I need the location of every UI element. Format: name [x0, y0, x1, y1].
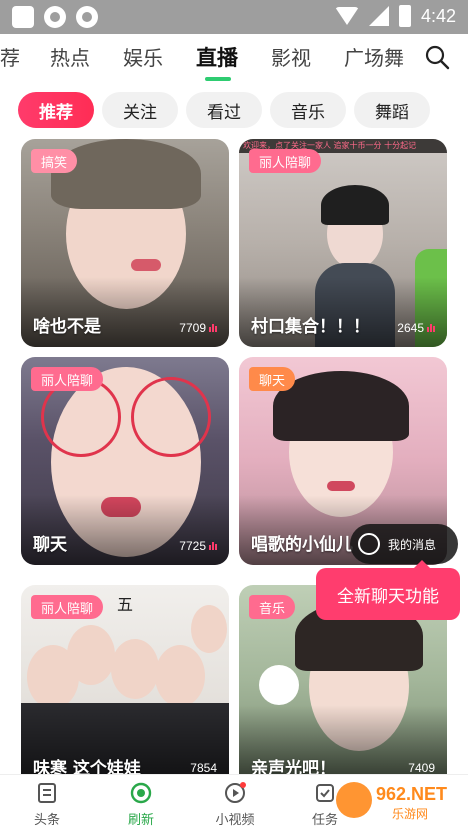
tab-hot[interactable]: 热点 — [50, 42, 90, 71]
status-bar: 4:42 — [0, 0, 468, 34]
chip-recommended[interactable]: 推荐 — [18, 92, 94, 128]
nav-headlines-label: 头条 — [33, 813, 60, 828]
person-portrait — [111, 639, 159, 699]
live-bars-icon — [209, 324, 217, 332]
notification-square-icon — [12, 6, 34, 28]
live-bars-icon — [209, 542, 217, 550]
person-portrait — [155, 645, 205, 707]
sticker-decoration — [259, 665, 299, 705]
site-watermark: 962.NET 乐游网 — [336, 782, 447, 821]
card-title: 村口集合！！！ — [251, 317, 370, 337]
notification-app-icon — [76, 6, 98, 28]
notification-app-icon — [44, 6, 66, 28]
viewer-count-value: 2645 — [397, 321, 424, 335]
tab-live[interactable]: 直播 — [196, 42, 238, 72]
tab-recommend[interactable]: 荐 — [0, 42, 20, 71]
viewer-count: 2645 — [397, 321, 435, 335]
card-title: 唱歌的小仙儿 — [251, 535, 353, 555]
play-icon — [225, 782, 246, 803]
viewer-count-value: 7709 — [179, 321, 206, 335]
live-room-card[interactable]: 五 丽人陪聊 味寒 这个娃娃 7854 — [21, 585, 229, 775]
nav-headlines[interactable]: 头条 — [12, 781, 82, 828]
card-title: 亲声光吧！ — [251, 759, 336, 775]
glasses-right-lens — [131, 377, 211, 457]
card-tag: 丽人陪聊 — [31, 595, 104, 619]
card-tag: 聊天 — [249, 367, 296, 391]
nav-short-video-label: 小视频 — [215, 813, 255, 828]
chat-icon — [358, 533, 380, 555]
chip-watched[interactable]: 看过 — [186, 92, 262, 128]
viewer-count: 7854 — [190, 761, 217, 775]
my-messages-button[interactable]: 我的消息 — [350, 524, 458, 564]
card-title: 啥也不是 — [33, 317, 101, 337]
card-tag: 搞笑 — [31, 149, 78, 173]
card-title: 味寒 这个娃娃 — [33, 759, 141, 775]
watermark-text: 962.NET — [376, 784, 447, 804]
nav-refresh[interactable]: 刷新 — [106, 781, 176, 828]
card-tag: 音乐 — [249, 595, 296, 619]
viewer-count: 7409 — [408, 761, 435, 775]
viewer-count: 7725 — [179, 539, 217, 553]
category-chips: 推荐 关注 看过 音乐 舞蹈 — [0, 88, 468, 132]
my-messages-label: 我的消息 — [388, 537, 437, 552]
tab-film[interactable]: 影视 — [271, 42, 311, 71]
new-chat-feature-label: 全新聊天功能 — [337, 586, 439, 607]
viewer-count: 7709 — [179, 321, 217, 335]
signal-icon — [368, 6, 389, 26]
new-chat-feature-popup[interactable]: 全新聊天功能 — [316, 560, 460, 620]
viewer-count-value: 7409 — [408, 761, 435, 775]
tab-entertainment[interactable]: 娱乐 — [123, 42, 163, 71]
app-screen: 4:42 荐 热点 娱乐 直播 影视 广场舞 推荐 关注 看过 音乐 舞蹈 搞笑… — [0, 0, 468, 832]
chip-music[interactable]: 音乐 — [270, 92, 346, 128]
viewer-count-value: 7725 — [179, 539, 206, 553]
streamer-hair — [321, 185, 389, 225]
top-tab-bar: 荐 热点 娱乐 直播 影视 广场舞 — [0, 34, 468, 82]
live-room-card[interactable]: 丽人陪聊 聊天 7725 — [21, 357, 229, 565]
search-icon[interactable] — [424, 44, 450, 70]
battery-icon — [398, 5, 411, 27]
live-room-card[interactable]: 搞笑 啥也不是 7709 — [21, 139, 229, 347]
wifi-icon — [334, 7, 359, 25]
viewer-count-value: 7854 — [190, 761, 217, 775]
streamer-lips — [327, 481, 355, 491]
live-room-card[interactable]: 欢迎来，点了关注一家人 追家十币一分 十分起记 丽人陪聊 村口集合！！！ 264… — [239, 139, 447, 347]
refresh-icon — [130, 782, 152, 804]
status-notification-icons — [12, 6, 98, 28]
document-icon — [38, 783, 56, 803]
status-system-icons: 4:42 — [334, 5, 456, 27]
nav-refresh-label: 刷新 — [127, 813, 154, 828]
person-portrait — [67, 625, 115, 685]
chip-dance[interactable]: 舞蹈 — [354, 92, 430, 128]
watermark-subtext: 乐游网 — [392, 807, 428, 821]
streamer-hair — [51, 139, 201, 209]
card-tag: 丽人陪聊 — [249, 149, 322, 173]
person-portrait — [191, 605, 227, 653]
live-bars-icon — [427, 324, 435, 332]
nav-short-video[interactable]: 小视频 — [200, 781, 270, 828]
active-tab-indicator — [205, 77, 231, 81]
streamer-lips — [131, 259, 161, 271]
tab-square-dance[interactable]: 广场舞 — [344, 42, 404, 71]
chip-following[interactable]: 关注 — [102, 92, 178, 128]
card-tag: 丽人陪聊 — [31, 367, 104, 391]
status-time: 4:42 — [420, 5, 456, 26]
background-sign-text: 五 — [117, 595, 134, 614]
card-title: 聊天 — [33, 535, 67, 555]
